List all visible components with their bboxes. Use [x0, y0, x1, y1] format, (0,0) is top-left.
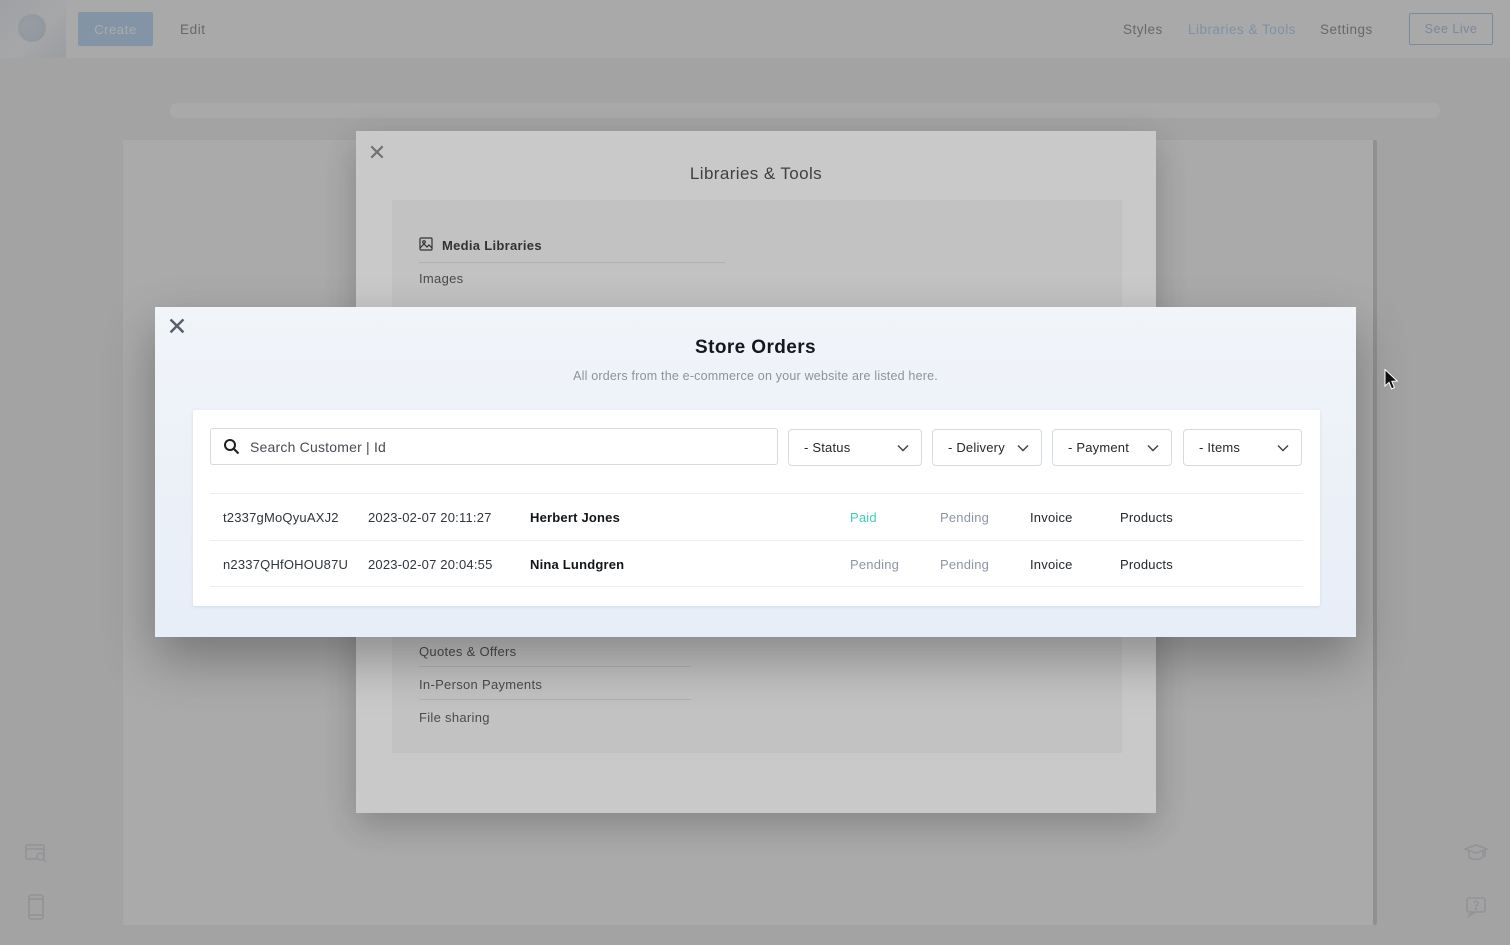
editor-screen: Create Edit Styles Libraries & Tools Set…: [0, 0, 1510, 945]
chevron-down-icon: [1147, 444, 1159, 452]
status-filter-dropdown[interactable]: - Status: [788, 429, 922, 466]
order-invoice-link[interactable]: Invoice: [1030, 510, 1120, 525]
payment-filter-label: - Payment: [1068, 440, 1129, 455]
order-id: t2337gMoQyuAXJ2: [223, 510, 368, 525]
order-id: n2337QHfOHOU87U: [223, 557, 368, 572]
order-delivery-status: Pending: [940, 557, 1030, 572]
order-products-link[interactable]: Products: [1120, 557, 1303, 572]
order-invoice-link[interactable]: Invoice: [1030, 557, 1120, 572]
items-filter-label: - Items: [1199, 440, 1240, 455]
order-date: 2023-02-07 20:04:55: [368, 557, 530, 572]
payment-filter-dropdown[interactable]: - Payment: [1052, 429, 1172, 466]
order-search-box: [210, 428, 778, 465]
mouse-cursor: [1384, 369, 1400, 396]
order-row[interactable]: n2337QHfOHOU87U 2023-02-07 20:04:55 Nina…: [210, 541, 1303, 587]
order-customer: Herbert Jones: [530, 510, 850, 525]
order-status-badge: Paid: [850, 510, 940, 525]
store-orders-modal: ✕ Store Orders All orders from the e-com…: [155, 307, 1356, 637]
search-icon: [223, 438, 240, 455]
order-customer: Nina Lundgren: [530, 557, 850, 572]
chevron-down-icon: [897, 444, 909, 452]
store-orders-title: Store Orders: [155, 337, 1356, 359]
order-date: 2023-02-07 20:11:27: [368, 510, 530, 525]
delivery-filter-label: - Delivery: [948, 440, 1005, 455]
search-customer-input[interactable]: [250, 439, 765, 455]
order-products-link[interactable]: Products: [1120, 510, 1303, 525]
status-filter-label: - Status: [804, 440, 850, 455]
delivery-filter-dropdown[interactable]: - Delivery: [932, 429, 1042, 466]
order-status-badge: Pending: [850, 557, 940, 572]
store-orders-subtitle: All orders from the e-commerce on your w…: [155, 369, 1356, 383]
items-filter-dropdown[interactable]: - Items: [1183, 429, 1302, 466]
order-row[interactable]: t2337gMoQyuAXJ2 2023-02-07 20:11:27 Herb…: [210, 494, 1303, 540]
divider: [210, 586, 1303, 587]
order-delivery-status: Pending: [940, 510, 1030, 525]
chevron-down-icon: [1277, 444, 1289, 452]
chevron-down-icon: [1017, 444, 1029, 452]
orders-panel: - Status - Delivery - Payment: [193, 410, 1320, 606]
